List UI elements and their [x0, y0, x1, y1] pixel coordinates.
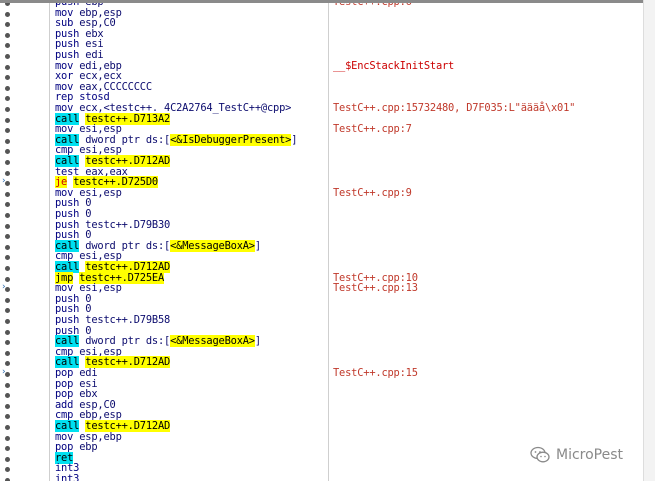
disasm-row[interactable]: push testc++.D79B30 [0, 218, 643, 232]
breakpoint-dot-icon[interactable] [5, 149, 10, 155]
breakpoint-dot-icon[interactable] [5, 96, 10, 102]
operand-suffix: ] [254, 335, 261, 348]
disasm-row[interactable]: int3 [0, 474, 643, 481]
breakpoint-dot-icon[interactable] [5, 403, 10, 409]
breakpoint-dot-icon[interactable] [5, 414, 10, 420]
breakpoint-dot-icon[interactable] [5, 43, 10, 49]
breakpoint-dot-icon[interactable] [5, 128, 10, 134]
breakpoint-dot-icon[interactable] [5, 350, 10, 356]
breakpoint-dot-icon[interactable] [5, 297, 10, 303]
vertical-scrollbar[interactable] [643, 0, 655, 481]
breakpoint-dot-icon[interactable] [5, 276, 10, 282]
breakpoint-dot-icon[interactable] [5, 64, 10, 70]
source-comment: TestC++.cpp:15732480, D7F035:L"äääå\x01" [333, 102, 576, 114]
breakpoint-dot-icon[interactable] [5, 117, 10, 123]
api-symbol: <&MessageBoxA> [170, 335, 255, 348]
disasm-row[interactable]: › mov esi,esp TestC++.cpp:13 [0, 282, 643, 295]
operand: testc++.D79B30 [85, 218, 171, 231]
top-border [0, 0, 643, 3]
breakpoint-dot-icon[interactable] [5, 446, 10, 452]
breakpoint-dot-icon[interactable] [5, 32, 10, 38]
jump-target-arrow-icon: › [1, 367, 7, 377]
disasm-row[interactable]: push 0 [0, 198, 643, 210]
source-comment: TestC++.cpp:15 [333, 367, 418, 379]
watermark-text: MicroPest [556, 447, 624, 463]
breakpoint-dot-icon[interactable] [5, 22, 10, 28]
breakpoint-dot-icon[interactable] [5, 85, 10, 91]
breakpoint-dot-icon[interactable] [5, 382, 10, 388]
breakpoint-dot-icon[interactable] [5, 107, 10, 112]
api-symbol: <&MessageBoxA> [170, 239, 255, 252]
breakpoint-dot-icon[interactable] [5, 11, 10, 17]
breakpoint-dot-icon[interactable] [5, 234, 10, 240]
api-symbol: <&IsDebuggerPresent> [170, 133, 292, 146]
breakpoint-dot-icon[interactable] [5, 456, 10, 462]
source-comment: TestC++.cpp:7 [333, 123, 412, 136]
disasm-row[interactable]: push 0 [0, 293, 643, 306]
source-comment: TestC++.cpp:9 [333, 186, 412, 199]
operand-suffix: ] [291, 133, 298, 146]
breakpoint-dot-icon[interactable] [5, 255, 10, 261]
watermark: MicroPest [530, 444, 623, 466]
mnemonic: int3 [55, 473, 80, 481]
operand: testc++.D712AD [85, 356, 171, 369]
operand: testc++.D79B58 [85, 314, 171, 326]
breakpoint-dot-icon[interactable] [5, 170, 10, 176]
breakpoint-dot-icon[interactable] [5, 244, 10, 250]
disassembly-view[interactable]: push ebp TestC++.cpp:6 mov ebp,esp sub esp,… [0, 0, 643, 481]
disasm-row[interactable]: push testc++.D79B58 [0, 314, 643, 327]
breakpoint-dot-icon[interactable] [5, 467, 10, 473]
breakpoint-dot-icon[interactable] [5, 223, 10, 229]
breakpoint-dot-icon[interactable] [5, 435, 10, 441]
breakpoint-dot-icon[interactable] [5, 54, 10, 59]
breakpoint-dot-icon[interactable] [5, 425, 10, 430]
disasm-row[interactable]: mov esi,esp TestC++.cpp:9 [0, 186, 643, 200]
breakpoint-dot-icon[interactable] [5, 202, 10, 208]
jump-target-arrow-icon: › [1, 176, 7, 187]
breakpoint-dot-icon[interactable] [5, 319, 10, 324]
breakpoint-dot-icon[interactable] [5, 138, 10, 144]
breakpoint-dot-icon[interactable] [5, 160, 10, 165]
jump-target-arrow-icon: › [1, 282, 7, 293]
breakpoint-dot-icon[interactable] [5, 191, 10, 197]
source-comment: TestC++.cpp:13 [333, 282, 418, 295]
breakpoint-dot-icon[interactable] [5, 393, 10, 399]
source-comment: __$EncStackInitStart [333, 59, 455, 72]
wechat-icon [530, 446, 550, 464]
breakpoint-dot-icon[interactable] [5, 340, 10, 346]
operand: ebp [79, 441, 98, 454]
instruction-text: int3 [55, 474, 79, 481]
breakpoint-dot-icon[interactable] [5, 308, 10, 314]
breakpoint-dot-icon[interactable] [5, 329, 10, 335]
breakpoint-dot-icon[interactable] [5, 213, 10, 218]
breakpoint-dot-icon[interactable] [5, 266, 10, 271]
breakpoint-dot-icon[interactable] [5, 75, 10, 81]
breakpoint-dot-icon[interactable] [5, 361, 10, 367]
operand-suffix: ] [254, 239, 261, 252]
